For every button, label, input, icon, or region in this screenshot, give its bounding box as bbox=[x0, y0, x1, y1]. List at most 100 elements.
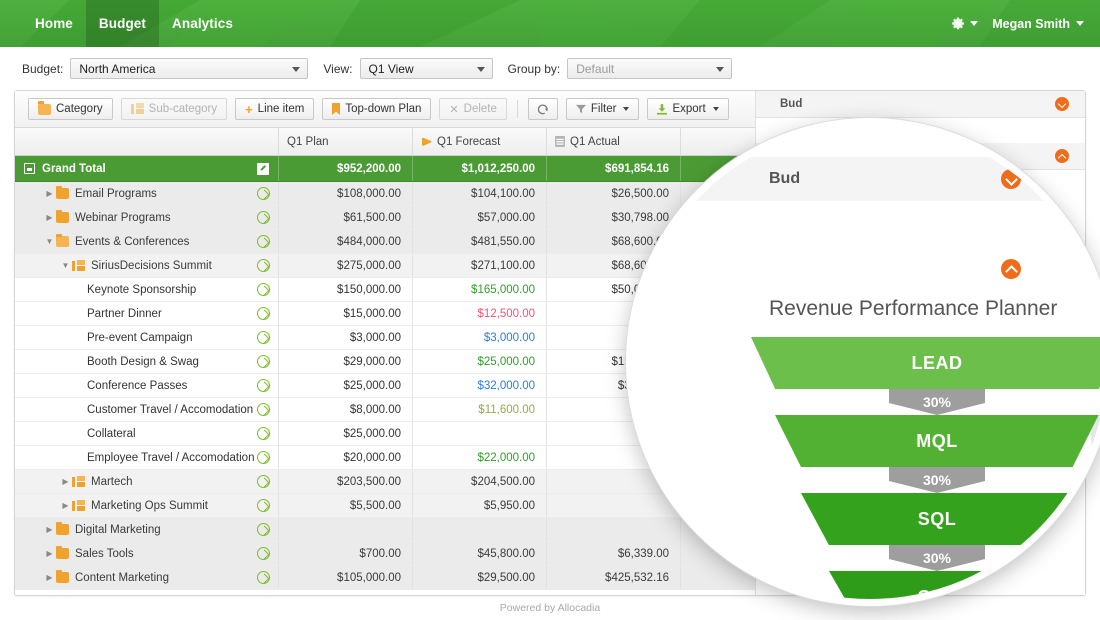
row-plan-cell[interactable]: $29,000.00 bbox=[279, 350, 413, 373]
row-plan-cell[interactable]: $61,500.00 bbox=[279, 206, 413, 229]
row-plan-cell[interactable]: $203,500.00 bbox=[279, 470, 413, 493]
open-link-icon[interactable] bbox=[257, 379, 270, 392]
chevron-right-icon[interactable]: ▶ bbox=[59, 477, 72, 486]
row-plan-cell[interactable]: $20,000.00 bbox=[279, 446, 413, 469]
filter-button[interactable]: Filter bbox=[565, 98, 640, 120]
chevron-down-icon[interactable]: ▼ bbox=[59, 261, 72, 270]
add-category-button[interactable]: Category bbox=[28, 98, 113, 120]
funnel-stage-shape[interactable]: OPP bbox=[829, 571, 1045, 599]
row-forecast-cell[interactable]: $165,000.00 bbox=[413, 278, 547, 301]
row-plan-cell[interactable]: $484,000.00 bbox=[279, 230, 413, 253]
row-plan-cell[interactable]: $25,000.00 bbox=[279, 374, 413, 397]
open-link-icon[interactable] bbox=[257, 523, 270, 536]
expand-icon[interactable] bbox=[257, 162, 269, 175]
funnel-stage-shape[interactable]: SQL bbox=[801, 493, 1073, 545]
row-forecast-cell[interactable]: $271,100.00 bbox=[413, 254, 547, 277]
open-link-icon[interactable] bbox=[257, 451, 270, 464]
open-link-icon[interactable] bbox=[257, 427, 270, 440]
row-plan-cell[interactable]: $700.00 bbox=[279, 542, 413, 565]
grid-header-name bbox=[15, 128, 279, 155]
grid-header-q1-forecast[interactable]: Q1 Forecast bbox=[413, 128, 547, 155]
add-subcategory-button[interactable]: Sub-category bbox=[120, 98, 228, 120]
row-forecast-cell[interactable]: $45,800.00 bbox=[413, 542, 547, 565]
chevron-right-icon[interactable]: ▶ bbox=[43, 549, 56, 558]
row-plan-cell[interactable]: $5,500.00 bbox=[279, 494, 413, 517]
chevron-down-icon bbox=[1076, 21, 1084, 26]
chevron-right-icon[interactable]: ▶ bbox=[43, 189, 56, 198]
folder-icon bbox=[56, 233, 69, 247]
lens-section-budget[interactable]: Bud bbox=[633, 157, 1100, 201]
row-forecast-cell[interactable]: $57,000.00 bbox=[413, 206, 547, 229]
settings-menu[interactable] bbox=[951, 17, 979, 31]
row-plan-cell[interactable]: $3,000.00 bbox=[279, 326, 413, 349]
row-plan-cell[interactable]: $25,000.00 bbox=[279, 422, 413, 445]
grid-header-q1-plan-label: Q1 Plan bbox=[287, 135, 329, 148]
row-plan-cell[interactable]: $275,000.00 bbox=[279, 254, 413, 277]
row-forecast-cell[interactable]: $204,500.00 bbox=[413, 470, 547, 493]
groupby-label: Group by: bbox=[507, 61, 561, 76]
chevron-down-icon[interactable] bbox=[1055, 97, 1069, 111]
open-link-icon[interactable] bbox=[257, 571, 270, 584]
row-plan-cell[interactable]: $105,000.00 bbox=[279, 566, 413, 589]
chevron-right-icon[interactable]: ▶ bbox=[43, 573, 56, 582]
undo-button[interactable] bbox=[527, 98, 558, 120]
funnel-conversion-label: 30% bbox=[922, 550, 952, 566]
row-forecast-cell[interactable]: $481,550.00 bbox=[413, 230, 547, 253]
nav-tab-home[interactable]: Home bbox=[22, 0, 86, 47]
chevron-down-icon[interactable]: ▼ bbox=[43, 237, 56, 246]
row-forecast-cell[interactable]: $3,000.00 bbox=[413, 326, 547, 349]
open-link-icon[interactable] bbox=[257, 331, 270, 344]
user-menu[interactable]: Megan Smith bbox=[992, 17, 1084, 31]
row-forecast-cell[interactable]: $25,000.00 bbox=[413, 350, 547, 373]
row-plan-cell[interactable]: $108,000.00 bbox=[279, 182, 413, 205]
budget-label: Budget: bbox=[22, 61, 64, 76]
row-forecast-cell[interactable]: $12,500.00 bbox=[413, 302, 547, 325]
row-label: Email Programs bbox=[75, 187, 157, 200]
budget-select[interactable]: North America bbox=[70, 58, 309, 79]
grid-header-q1-plan[interactable]: Q1 Plan bbox=[279, 128, 413, 155]
sidebar-section-budget[interactable]: Bud bbox=[756, 91, 1085, 118]
funnel-stage-shape[interactable]: MQL bbox=[775, 415, 1099, 467]
top-down-plan-button[interactable]: Top-down Plan bbox=[322, 98, 432, 120]
row-forecast-cell[interactable] bbox=[413, 422, 547, 445]
add-line-item-button[interactable]: + Line item bbox=[235, 98, 315, 120]
lens-section-planner[interactable] bbox=[633, 247, 1100, 291]
row-forecast-cell[interactable]: $29,500.00 bbox=[413, 566, 547, 589]
open-link-icon[interactable] bbox=[257, 547, 270, 560]
view-select[interactable]: Q1 View bbox=[359, 58, 493, 79]
open-link-icon[interactable] bbox=[257, 307, 270, 320]
download-icon bbox=[657, 103, 668, 115]
chevron-down-icon[interactable] bbox=[1001, 169, 1021, 189]
chevron-right-icon[interactable]: ▶ bbox=[43, 525, 56, 534]
funnel-stage-shape[interactable]: LEAD bbox=[751, 337, 1100, 389]
open-link-icon[interactable] bbox=[257, 403, 270, 416]
open-link-icon[interactable] bbox=[257, 283, 270, 296]
row-forecast-cell[interactable]: $5,950.00 bbox=[413, 494, 547, 517]
chevron-right-icon[interactable]: ▶ bbox=[43, 213, 56, 222]
row-name-cell: ▶ Martech bbox=[15, 470, 279, 493]
nav-tab-budget[interactable]: Budget bbox=[85, 0, 160, 47]
row-plan-cell[interactable]: $150,000.00 bbox=[279, 278, 413, 301]
export-button[interactable]: Export bbox=[647, 98, 729, 120]
row-plan-cell[interactable] bbox=[279, 518, 413, 541]
chevron-up-icon[interactable] bbox=[1001, 259, 1021, 279]
open-link-icon[interactable] bbox=[257, 259, 270, 272]
row-forecast-cell[interactable] bbox=[413, 518, 547, 541]
delete-button[interactable]: ✕ Delete bbox=[439, 98, 507, 120]
open-link-icon[interactable] bbox=[257, 355, 270, 368]
row-plan-cell[interactable]: $8,000.00 bbox=[279, 398, 413, 421]
open-link-icon[interactable] bbox=[257, 235, 270, 248]
open-link-icon[interactable] bbox=[257, 475, 270, 488]
chevron-right-icon[interactable]: ▶ bbox=[59, 501, 72, 510]
row-forecast-cell[interactable]: $11,600.00 bbox=[413, 398, 547, 421]
open-link-icon[interactable] bbox=[257, 211, 270, 224]
funnel-conversion-label: 30% bbox=[922, 472, 952, 488]
row-plan-cell[interactable]: $15,000.00 bbox=[279, 302, 413, 325]
nav-tab-analytics[interactable]: Analytics bbox=[159, 0, 246, 47]
row-forecast-cell[interactable]: $32,000.00 bbox=[413, 374, 547, 397]
open-link-icon[interactable] bbox=[257, 499, 270, 512]
row-forecast-cell[interactable]: $104,100.00 bbox=[413, 182, 547, 205]
open-link-icon[interactable] bbox=[257, 187, 270, 200]
row-forecast-cell[interactable]: $22,000.00 bbox=[413, 446, 547, 469]
groupby-select[interactable]: Default bbox=[567, 58, 733, 79]
